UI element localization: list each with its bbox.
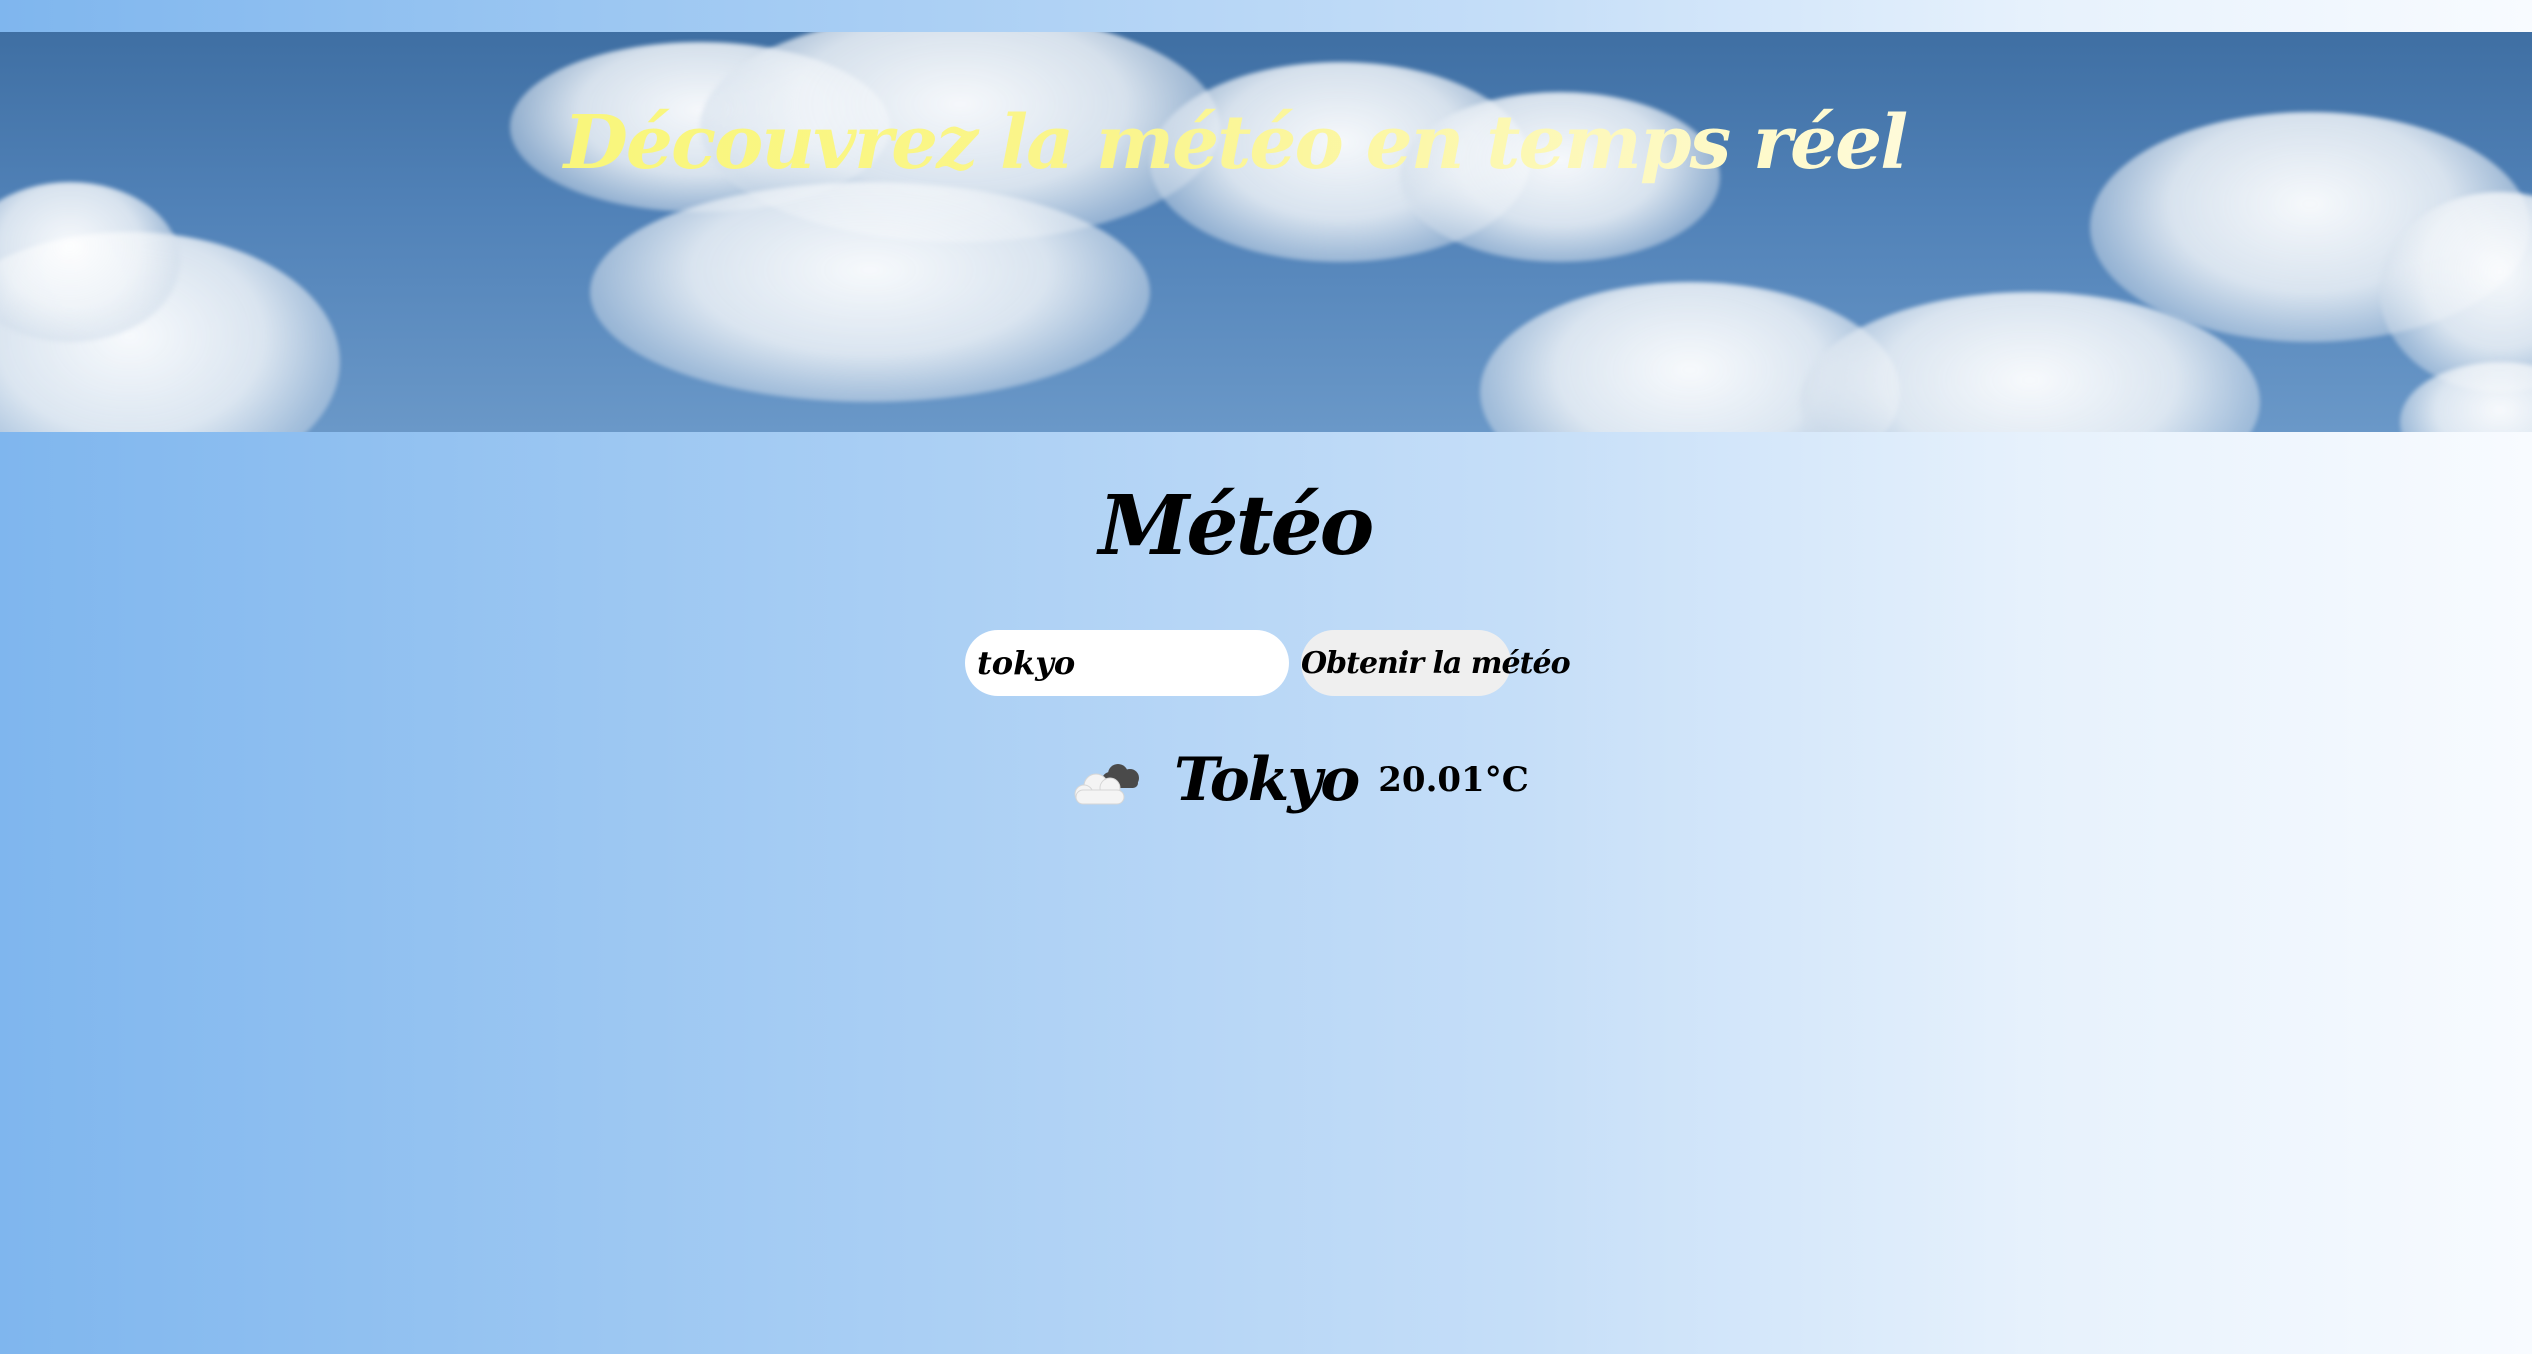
broken-clouds-icon bbox=[1068, 752, 1144, 808]
top-strip bbox=[0, 0, 2532, 32]
page-title: Météo bbox=[1098, 478, 1375, 574]
city-name: Tokyo bbox=[1174, 745, 1360, 815]
weather-result: Tokyo 20.01°C bbox=[1068, 740, 1529, 820]
hero-banner: Découvrez la météo en temps réel bbox=[0, 32, 2532, 432]
weather-search-form: Obtenir la météo bbox=[965, 630, 1571, 696]
city-input[interactable] bbox=[965, 630, 1289, 696]
temperature: 20.01°C bbox=[1378, 760, 1529, 800]
get-weather-button[interactable]: Obtenir la météo bbox=[1301, 630, 1571, 696]
banner-title: Découvrez la météo en temps réel bbox=[0, 100, 2470, 186]
